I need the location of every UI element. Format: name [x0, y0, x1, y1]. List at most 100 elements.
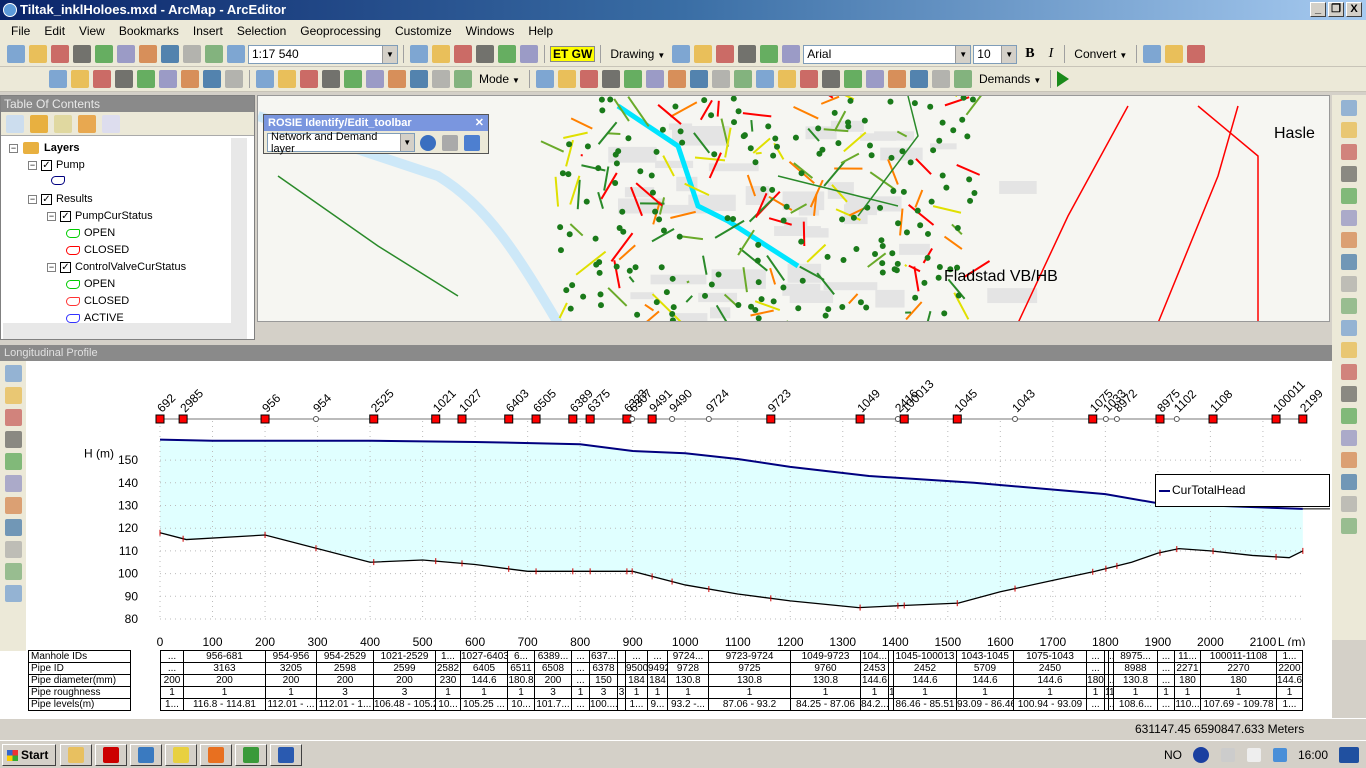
manhole-marker[interactable] — [585, 414, 595, 424]
toolbox-icon[interactable] — [498, 45, 516, 63]
table-cell[interactable]: 6... — [507, 650, 535, 663]
taskbar-arcmap-button[interactable] — [130, 743, 162, 766]
table-cell[interactable] — [617, 662, 626, 675]
help-icon[interactable] — [1192, 747, 1209, 763]
table-cell[interactable]: 2450 — [1013, 662, 1087, 675]
taskbar-outlook-button[interactable] — [200, 743, 232, 766]
table-cell[interactable]: ... — [160, 650, 184, 663]
table-cell[interactable]: 1... — [160, 698, 184, 711]
table-cell[interactable]: 3205 — [265, 662, 317, 675]
refresh-icon[interactable] — [464, 134, 480, 151]
table-cell[interactable]: 9725 — [708, 662, 791, 675]
table-cell[interactable]: 954-2529 — [316, 650, 374, 663]
magic-wand-icon[interactable] — [1143, 45, 1162, 63]
table-cell[interactable]: 144.6 — [1276, 674, 1303, 687]
table-cell[interactable]: 9500 — [625, 662, 648, 675]
language-indicator[interactable]: NO — [1164, 748, 1182, 762]
trace-icon[interactable] — [278, 70, 296, 88]
open-network-icon[interactable] — [256, 70, 274, 88]
table-cell[interactable]: 8975... — [1113, 650, 1158, 663]
windows-icon[interactable] — [667, 70, 686, 88]
table-cell[interactable]: ... — [1108, 698, 1114, 711]
table-cell[interactable]: 6511 — [507, 662, 535, 675]
hyperlink-icon[interactable] — [1341, 364, 1357, 380]
table-cell[interactable]: 3 — [589, 686, 618, 699]
rectangle-icon[interactable] — [738, 45, 757, 63]
fixed-zoom-in-icon[interactable] — [1341, 188, 1357, 204]
table-cell[interactable]: 1 — [1113, 686, 1158, 699]
table-cell[interactable]: 9728 — [667, 662, 709, 675]
map-scale-select[interactable]: 1:17 540 ▼ — [248, 44, 398, 64]
table-cell[interactable]: 101.7... — [534, 698, 572, 711]
menu-help[interactable]: Help — [521, 24, 560, 38]
bottle-icon[interactable] — [931, 70, 950, 88]
table-cell[interactable]: ... — [1157, 698, 1175, 711]
table-cell[interactable]: 6405 — [460, 662, 508, 675]
manhole-marker[interactable] — [899, 414, 909, 424]
redo-icon[interactable] — [205, 45, 223, 63]
toc-item[interactable]: − ✓ ControlValveCurStatus — [47, 261, 186, 273]
table-cell[interactable]: 150 — [589, 674, 618, 687]
cancel-icon[interactable] — [4, 519, 22, 536]
table-cell[interactable]: ... — [1157, 674, 1175, 687]
table-cell[interactable]: 1 — [647, 686, 668, 699]
table-cell[interactable]: 11... — [1174, 650, 1201, 663]
map-icon[interactable] — [799, 70, 818, 88]
sketch-icon[interactable] — [909, 70, 928, 88]
disabled-tool2-icon[interactable] — [137, 70, 155, 88]
junction-marker[interactable] — [312, 416, 319, 422]
visibility-checkbox[interactable]: ✓ — [60, 210, 71, 222]
search-window-icon[interactable] — [476, 45, 494, 63]
key-icon[interactable] — [535, 70, 554, 88]
new-file-icon[interactable] — [579, 70, 598, 88]
font-select[interactable]: Arial ▼ — [803, 44, 972, 64]
close-button[interactable]: X — [1346, 2, 1362, 17]
table-cell[interactable]: ... — [571, 674, 590, 687]
table-cell[interactable]: ... — [1157, 650, 1175, 663]
table-cell[interactable]: 180 — [1086, 674, 1105, 687]
minimize-button[interactable]: _ — [1310, 2, 1326, 17]
table-cell[interactable]: 1 — [1276, 686, 1303, 699]
table-cell[interactable]: 954-956 — [265, 650, 317, 663]
table-cell[interactable]: 1 — [1013, 686, 1087, 699]
scissors-icon[interactable] — [689, 70, 708, 88]
table-cell[interactable]: 1021-2529 — [373, 650, 436, 663]
gear-icon[interactable] — [821, 70, 840, 88]
table-cell[interactable]: 84.25 - 87.06 — [790, 698, 861, 711]
table-cell[interactable]: 1 — [790, 686, 861, 699]
table-cell[interactable]: 2452 — [893, 662, 957, 675]
table-cell[interactable]: 2453 — [860, 662, 889, 675]
table-cell[interactable]: 110... — [1174, 698, 1201, 711]
table-cell[interactable]: 200 — [316, 674, 374, 687]
table-cell[interactable]: 10... — [435, 698, 461, 711]
list-by-source-icon[interactable] — [30, 114, 48, 133]
table-cell[interactable]: 200 — [160, 674, 184, 687]
zoom-in-icon[interactable] — [1341, 100, 1357, 116]
junction-marker[interactable] — [1173, 416, 1180, 422]
table-cell[interactable]: 1 — [1174, 686, 1201, 699]
play-icon[interactable] — [1057, 71, 1070, 87]
table-cell[interactable]: 2200 — [1276, 662, 1303, 675]
edit-icon[interactable] — [442, 134, 458, 151]
toc-item[interactable]: CLOSED — [66, 244, 129, 256]
table-cell[interactable]: 200 — [265, 674, 317, 687]
table-cell[interactable]: 200 — [534, 674, 572, 687]
junction-marker[interactable] — [894, 416, 901, 422]
table-cell[interactable]: 1 — [860, 686, 889, 699]
table-cell[interactable]: ... — [571, 650, 590, 663]
flag-icon[interactable] — [1246, 748, 1261, 762]
table-cell[interactable]: 1... — [1276, 650, 1303, 663]
table-cell[interactable]: 108.6... — [1113, 698, 1158, 711]
users-icon[interactable] — [865, 70, 884, 88]
table-cell[interactable]: 6389... — [534, 650, 572, 663]
manhole-marker[interactable] — [457, 414, 467, 424]
table-cell[interactable]: 5709 — [956, 662, 1014, 675]
callout-icon[interactable] — [760, 45, 779, 63]
manhole-marker[interactable] — [431, 414, 441, 424]
table-cell[interactable]: 3 — [373, 686, 436, 699]
i-tool-icon[interactable] — [1165, 45, 1184, 63]
taskbar-explorer-button[interactable] — [60, 743, 92, 766]
table-cell[interactable]: 130.8 — [790, 674, 861, 687]
select-elements-icon[interactable] — [672, 45, 691, 63]
visibility-checkbox[interactable]: ✓ — [41, 193, 52, 205]
